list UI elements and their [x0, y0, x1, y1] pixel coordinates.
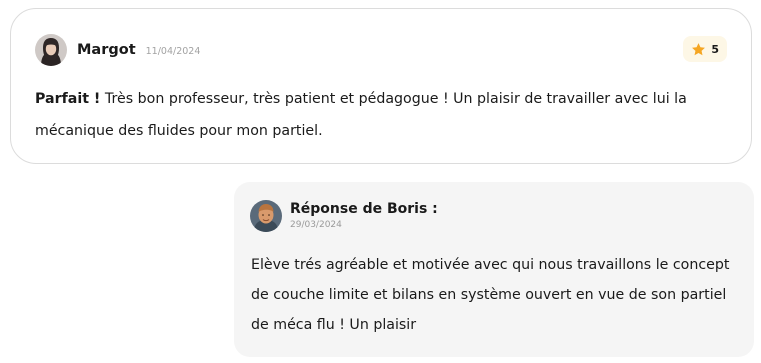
review-date: 11/04/2024: [145, 45, 201, 57]
reply-meta: Réponse de Boris : 29/03/2024: [290, 200, 438, 232]
reply-header: Réponse de Boris : 29/03/2024: [250, 200, 438, 232]
reply-title: Réponse de Boris :: [290, 201, 438, 217]
rating-badge: 5: [683, 36, 727, 62]
review-body: Très bon professeur, très patient et péd…: [35, 91, 687, 139]
rating-value: 5: [711, 42, 719, 56]
tutor-avatar: [250, 200, 282, 232]
reply-text: Elève trés agréable et motivée avec qui …: [251, 257, 730, 333]
star-icon: [692, 42, 706, 55]
tutor-avatar-icon: [250, 200, 282, 232]
reviewer-name: Margot: [77, 42, 136, 58]
reply-card: Réponse de Boris : 29/03/2024 Elève trés…: [234, 182, 754, 357]
user-avatar-icon: [35, 34, 67, 66]
review-card: Margot 11/04/2024 5 Parfait ! Très bon p…: [10, 8, 752, 164]
review-text: Parfait ! Très bon professeur, très pati…: [35, 83, 735, 147]
review-header: Margot 11/04/2024: [35, 33, 200, 67]
review-headline: Parfait !: [35, 91, 101, 107]
reply-date: 29/03/2024: [290, 220, 342, 230]
reviewer-avatar: [35, 34, 67, 66]
